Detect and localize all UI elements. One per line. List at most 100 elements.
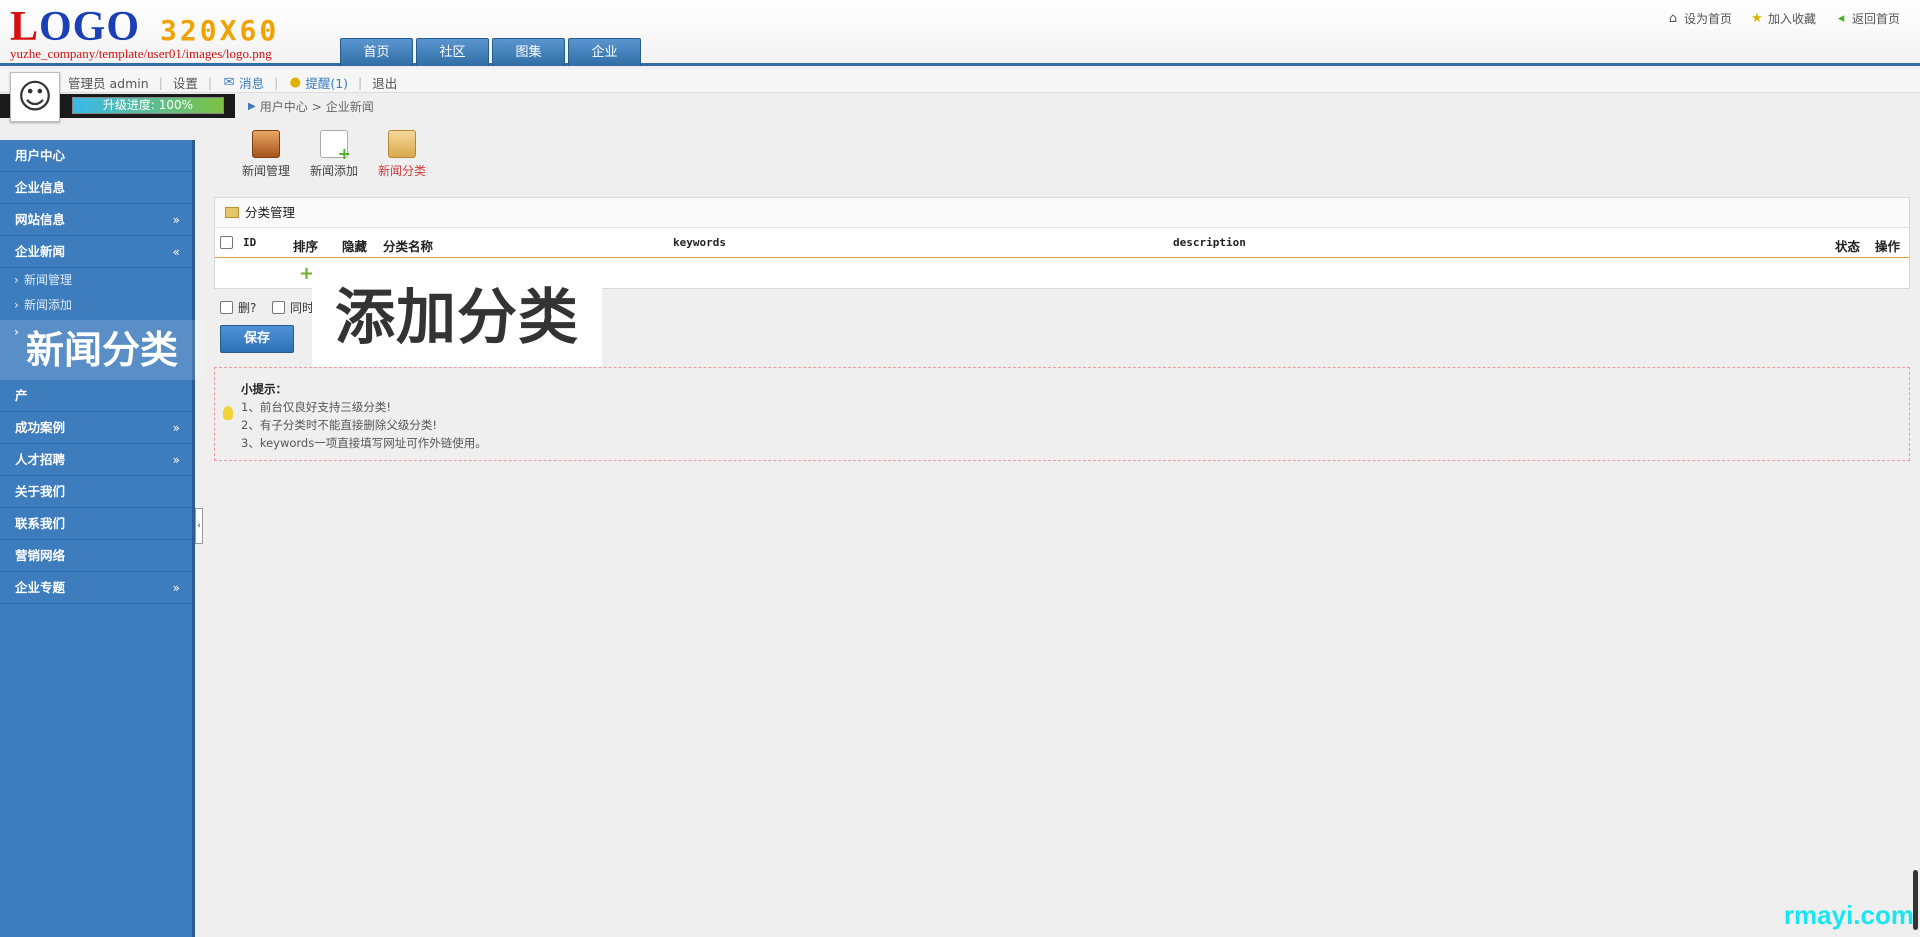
back-icon: ◂ (1837, 10, 1845, 26)
nav-tab-home[interactable]: 首页 (340, 38, 413, 66)
col-hidden: 隐藏 (342, 239, 368, 254)
col-sort: 排序 (293, 239, 319, 254)
panel-title-text: 分类管理 (245, 205, 296, 220)
delete-checkbox[interactable] (220, 301, 233, 314)
save-button[interactable]: 保存 (220, 325, 294, 353)
bulb-icon (223, 406, 233, 420)
reminder-link[interactable]: 提醒(1) (305, 73, 348, 92)
quick-label: 新闻管理 (242, 164, 291, 178)
select-all-checkbox[interactable] (220, 236, 233, 249)
box-icon (252, 130, 280, 158)
sidebar-subitem-news-category[interactable]: 新闻分类 (0, 302, 203, 380)
quick-news-add[interactable]: 新闻添加 (310, 130, 358, 179)
set-homepage-label: 设为首页 (1683, 12, 1732, 26)
quick-news-manage[interactable]: 新闻管理 (242, 130, 290, 179)
quick-actions: 新闻管理 新闻添加 新闻分类 (242, 130, 1910, 179)
sidebar-item-label: 产 (15, 388, 28, 403)
sidebar-item-label: 用户中心 (15, 148, 66, 163)
breadcrumb-user-center[interactable]: 用户中心 (260, 98, 308, 115)
add-doc-icon (320, 130, 351, 163)
chevron-up-icon: « (172, 245, 180, 259)
settings-link[interactable]: 设置 (173, 73, 198, 92)
delete-label: 删? (238, 301, 257, 315)
breadcrumb: ▶ 用户中心 > 企业新闻 (248, 98, 374, 115)
col-name: 分类名称 (383, 239, 434, 254)
tip-line: 3、keywords一项直接填写网址可作外链使用。 (241, 436, 487, 450)
progress-label: 升级进度: 100% (102, 98, 194, 112)
sidebar-item-site-info[interactable]: 网站信息 » (0, 204, 192, 236)
nav-tab-company[interactable]: 企业 (568, 38, 641, 66)
col-id: ID (243, 236, 257, 249)
user-bar: 管理员 admin | 设置 | ✉ 消息 | ● 提醒(1) | 退出 (0, 69, 1920, 93)
tip-line: 1、前台仅良好支持三级分类! (241, 400, 391, 414)
col-actions: 操作 (1875, 239, 1901, 254)
messages-link[interactable]: 消息 (239, 73, 264, 92)
tips-title: 小提示： (241, 382, 287, 396)
sidebar-subitem-news-manage[interactable]: 新闻管理 (0, 268, 192, 293)
chevron-down-icon: » (172, 581, 180, 595)
sidebar-item-label: 营销网络 (15, 548, 66, 563)
sidebar-item-label: 联系我们 (15, 516, 66, 531)
nav-tab-gallery[interactable]: 图集 (492, 38, 565, 66)
sidebar-collapse-toggle[interactable]: ‹ (195, 508, 203, 544)
mail-icon: ✉ (223, 74, 235, 90)
nav-tab-community[interactable]: 社区 (416, 38, 489, 66)
sidebar-item-company-news[interactable]: 企业新闻 « (0, 236, 192, 268)
sidebar: 用户中心 企业信息 网站信息 » 企业新闻 « 新闻管理 新闻添加 新闻分类 产 成… (0, 140, 203, 937)
main-nav: 首页 社区 图集 企业 (340, 38, 641, 66)
breadcrumb-company-news[interactable]: 企业新闻 (326, 98, 374, 115)
col-description: description (1173, 236, 1246, 249)
sidebar-item-about[interactable]: 关于我们 (0, 476, 192, 508)
sync-checkbox[interactable] (272, 301, 285, 314)
logo-size: 320X60 (160, 14, 280, 47)
user-name: 管理员 admin (68, 76, 149, 91)
sidebar-item-cases[interactable]: 成功案例 » (0, 412, 192, 444)
sidebar-item-label: 企业信息 (15, 180, 66, 195)
bottom-controls: 删? 同时 添加分类 保存 (214, 269, 1910, 367)
sidebar-item-network[interactable]: 营销网络 (0, 540, 192, 572)
sidebar-item-company-info[interactable]: 企业信息 (0, 172, 192, 204)
add-category-overlay[interactable]: 添加分类 (312, 269, 602, 367)
chevron-down-icon: » (172, 421, 180, 435)
sidebar-item-contact[interactable]: 联系我们 (0, 508, 192, 540)
folder-icon (388, 130, 416, 158)
sidebar-item-recruit[interactable]: 人才招聘 » (0, 444, 192, 476)
set-homepage-link[interactable]: ⌂ 设为首页 (1666, 10, 1732, 27)
sidebar-subitem-news-add[interactable]: 新闻添加 (0, 293, 192, 318)
logo-path: yuzhe_company/template/user01/images/log… (10, 46, 272, 61)
header: LOGO 320X60 yuzhe_company/template/user0… (0, 0, 1920, 66)
star-icon: ★ (1751, 10, 1763, 26)
sidebar-item-label: 关于我们 (15, 484, 66, 499)
logo[interactable]: LOGO 320X60 (10, 6, 279, 48)
sync-control[interactable]: 同时 (272, 299, 314, 316)
sync-label: 同时 (290, 301, 315, 315)
folder-icon (225, 207, 239, 218)
sidebar-item-topics[interactable]: 企业专题 » (0, 572, 192, 604)
sidebar-item-user-center[interactable]: 用户中心 (0, 140, 192, 172)
back-home-label: 返回首页 (1851, 12, 1900, 26)
chevron-down-icon: » (172, 453, 180, 467)
add-favorite-link[interactable]: ★ 加入收藏 (1750, 10, 1816, 27)
quick-label: 新闻分类 (378, 164, 427, 178)
avatar[interactable]: ☺ (10, 72, 60, 122)
quick-news-category[interactable]: 新闻分类 (378, 130, 426, 179)
breadcrumb-separator: > (311, 99, 322, 114)
caret-right-icon: ▶ (248, 101, 256, 112)
top-links: ⌂ 设为首页 ★ 加入收藏 ◂ 返回首页 (1666, 10, 1900, 27)
sidebar-item-products[interactable]: 产 (0, 380, 192, 412)
main-content: 新闻管理 新闻添加 新闻分类 分类管理 ID 排序 隐藏 分类名称 keywor… (214, 130, 1910, 461)
back-home-link[interactable]: ◂ 返回首页 (1834, 10, 1900, 27)
tip-line: 2、有子分类时不能直接删除父级分类! (241, 418, 437, 432)
logo-text-red: L (10, 4, 40, 50)
table-header: ID 排序 隐藏 分类名称 keywords description 状态 操作 (215, 228, 1909, 258)
quick-label: 新闻添加 (310, 164, 359, 178)
col-keywords: keywords (673, 236, 726, 249)
panel-title: 分类管理 (215, 198, 1909, 228)
sidebar-item-label: 企业专题 (15, 580, 66, 595)
bulb-icon: ● (289, 74, 301, 90)
sidebar-item-label: 人才招聘 (15, 452, 66, 467)
delete-control[interactable]: 删? (220, 299, 256, 316)
logo-text-blue: OGO (39, 4, 141, 50)
logout-link[interactable]: 退出 (372, 73, 397, 92)
add-favorite-label: 加入收藏 (1767, 12, 1816, 26)
